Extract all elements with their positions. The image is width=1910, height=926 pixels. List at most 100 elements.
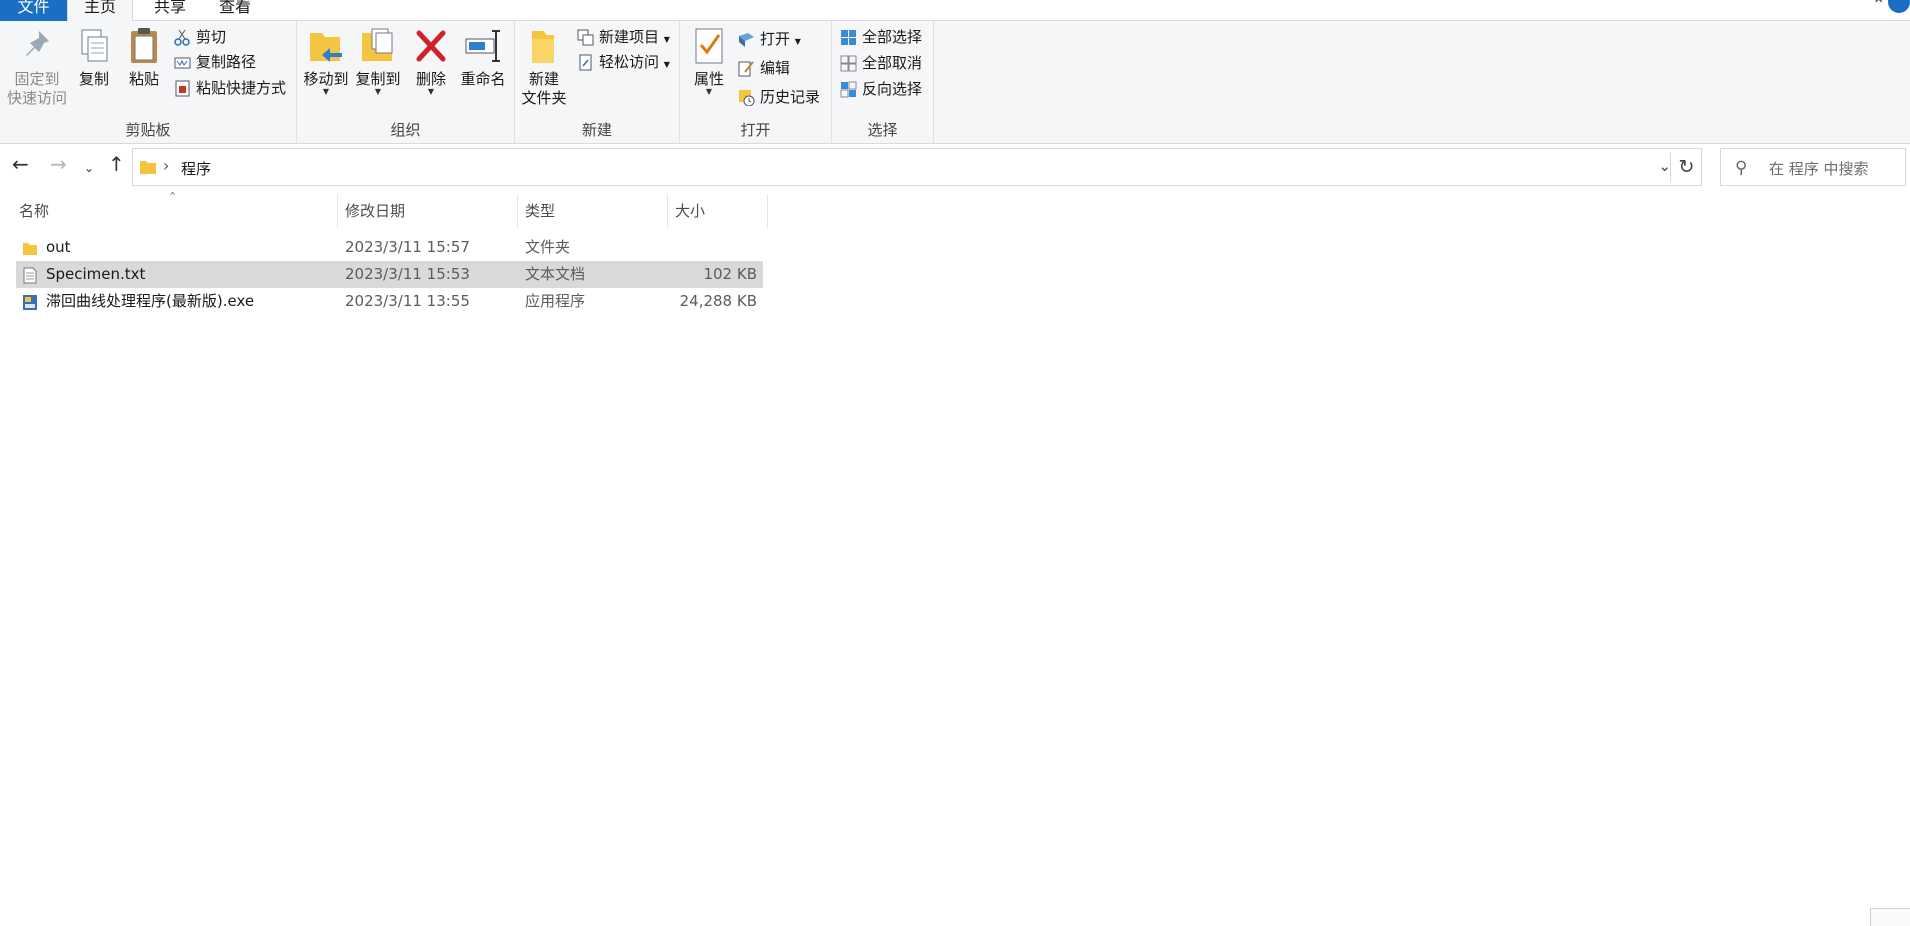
copy-to-caret-icon: ▼	[374, 87, 382, 96]
new-item-button[interactable]: 新建项目 ▼	[575, 25, 670, 49]
file-date: 2023/3/11 13:55	[345, 292, 470, 310]
pin-icon	[17, 25, 57, 67]
help-icon[interactable]	[1888, 0, 1910, 13]
table-row[interactable]: out 2023/3/11 15:57 文件夹	[16, 234, 763, 261]
file-name: 滞回曲线处理程序(最新版).exe	[46, 292, 255, 310]
refresh-icon[interactable]: ↻	[1670, 152, 1702, 182]
properties-label: 属性	[693, 70, 724, 88]
group-label-new: 新建	[581, 121, 612, 139]
tab-home[interactable]: 主页	[67, 0, 133, 22]
select-none-label: 全部取消	[862, 54, 923, 72]
scissors-icon	[174, 29, 191, 46]
breadcrumb-chevron-icon[interactable]: ›	[163, 156, 169, 175]
invert-selection-label: 反向选择	[862, 80, 923, 98]
properties-checkmark-icon	[689, 25, 729, 67]
file-name: Specimen.txt	[46, 265, 146, 283]
column-header-name[interactable]: 名称	[0, 194, 338, 228]
table-row[interactable]: Specimen.txt 2023/3/11 15:53 文本文档 102 KB	[16, 261, 763, 288]
new-item-icon	[577, 29, 594, 46]
select-none-button[interactable]: 全部取消	[838, 51, 922, 75]
edit-button[interactable]: 编辑	[736, 56, 790, 80]
folder-icon	[22, 239, 38, 256]
text-file-icon	[22, 266, 38, 284]
history-button[interactable]: 历史记录	[736, 85, 820, 109]
new-item-label: 新建项目	[599, 28, 660, 46]
ribbon: 固定到 快速访问 复制 粘贴 剪切 复制路径 粘贴快捷方式 剪贴板 移动到 ▼ …	[0, 21, 1910, 144]
copy-path-label: 复制路径	[196, 53, 257, 71]
tab-file[interactable]: 文件	[0, 0, 67, 21]
group-organize: 移动到 ▼ 复制到 ▼ 删除 ▼ 重命名 组织	[297, 21, 515, 144]
easy-access-button[interactable]: 轻松访问 ▼	[575, 50, 670, 74]
cut-button[interactable]: 剪切	[172, 25, 226, 49]
recent-locations-chevron-icon[interactable]: ⌄	[84, 158, 94, 178]
search-icon: ⚲	[1735, 158, 1748, 178]
delete-button[interactable]: 删除 ▼	[411, 25, 451, 96]
easy-access-caret-icon: ▼	[663, 60, 670, 69]
group-label-open: 打开	[740, 121, 771, 139]
copy-path-icon	[174, 54, 191, 71]
collapse-ribbon-icon[interactable]: ⌃	[1872, 0, 1885, 13]
search-placeholder: 在 程序 中搜索	[1769, 160, 1869, 178]
cut-label: 剪切	[196, 28, 227, 46]
breadcrumb-item[interactable]: 程序	[181, 158, 211, 179]
tab-view[interactable]: 查看	[205, 0, 265, 21]
copy-path-button[interactable]: 复制路径	[172, 50, 256, 74]
new-item-caret-icon: ▼	[663, 35, 670, 44]
column-header-size[interactable]: 大小	[668, 194, 768, 228]
navigation-bar: ← → ⌄ ↑ › 程序 ⌄ ↻ ⚲ 在 程序 中搜索	[0, 144, 1910, 190]
invert-selection-button[interactable]: 反向选择	[838, 77, 922, 101]
new-folder-label-2: 文件夹	[521, 89, 567, 107]
properties-button[interactable]: 属性 ▼	[688, 25, 730, 96]
new-folder-button[interactable]: 新建 文件夹	[519, 25, 569, 108]
address-bar[interactable]: › 程序 ⌄	[132, 148, 1702, 186]
group-select: 全部选择 全部取消 反向选择 选择	[832, 21, 934, 144]
file-date: 2023/3/11 15:57	[345, 238, 470, 256]
ribbon-tabs: 文件 主页 共享 查看 ⌃	[0, 0, 1910, 22]
copy-to-label: 复制到	[355, 70, 401, 88]
group-clipboard: 固定到 快速访问 复制 粘贴 剪切 复制路径 粘贴快捷方式 剪贴板	[0, 21, 297, 144]
column-header-date[interactable]: 修改日期	[338, 194, 518, 228]
up-arrow-icon[interactable]: ↑	[108, 154, 125, 174]
file-size: 24,288 KB	[679, 292, 757, 310]
forward-arrow-icon[interactable]: →	[50, 154, 67, 174]
rename-icon	[463, 25, 503, 67]
history-label: 历史记录	[760, 88, 821, 106]
file-type: 应用程序	[525, 292, 586, 310]
group-label-select: 选择	[867, 121, 898, 139]
new-folder-label-1: 新建	[528, 70, 559, 88]
folder-icon	[139, 159, 157, 175]
back-arrow-icon[interactable]: ←	[12, 154, 29, 174]
search-box[interactable]: ⚲ 在 程序 中搜索	[1720, 148, 1906, 186]
copy-button[interactable]: 复制	[72, 25, 116, 89]
tab-share[interactable]: 共享	[140, 0, 200, 21]
file-name: out	[46, 238, 71, 256]
select-all-label: 全部选择	[862, 28, 923, 46]
edit-label: 编辑	[760, 59, 791, 77]
invert-selection-icon	[840, 81, 857, 98]
file-date: 2023/3/11 15:53	[345, 265, 470, 283]
file-type: 文本文档	[525, 265, 586, 283]
paste-shortcut-label: 粘贴快捷方式	[196, 79, 287, 97]
easy-access-label: 轻松访问	[599, 53, 660, 71]
group-new: 新建 文件夹 新建项目 ▼ 轻松访问 ▼ 新建	[515, 21, 680, 144]
group-label-organize: 组织	[390, 121, 421, 139]
delete-x-icon	[411, 25, 451, 67]
paste-shortcut-button[interactable]: 粘贴快捷方式	[172, 76, 286, 100]
copy-icon	[74, 25, 114, 67]
rename-button[interactable]: 重命名	[457, 25, 509, 89]
move-to-caret-icon: ▼	[322, 87, 330, 96]
open-button[interactable]: 打开 ▼	[736, 27, 801, 51]
select-all-button[interactable]: 全部选择	[838, 25, 922, 49]
move-to-button[interactable]: 移动到 ▼	[301, 25, 351, 96]
delete-label: 删除	[415, 70, 446, 88]
pin-quick-access-button[interactable]: 固定到 快速访问	[4, 25, 70, 108]
table-row[interactable]: 滞回曲线处理程序(最新版).exe 2023/3/11 13:55 应用程序 2…	[16, 288, 763, 315]
rename-label: 重命名	[460, 70, 506, 88]
file-type: 文件夹	[525, 238, 571, 256]
paste-button[interactable]: 粘贴	[122, 25, 166, 89]
copy-to-button[interactable]: 复制到 ▼	[353, 25, 403, 96]
column-header-type[interactable]: 类型	[518, 194, 668, 228]
file-list: out 2023/3/11 15:57 文件夹 Specimen.txt 202…	[16, 234, 763, 315]
group-open: 属性 ▼ 打开 ▼ 编辑 历史记录 打开	[680, 21, 832, 144]
pin-label-1: 固定到	[14, 70, 60, 88]
